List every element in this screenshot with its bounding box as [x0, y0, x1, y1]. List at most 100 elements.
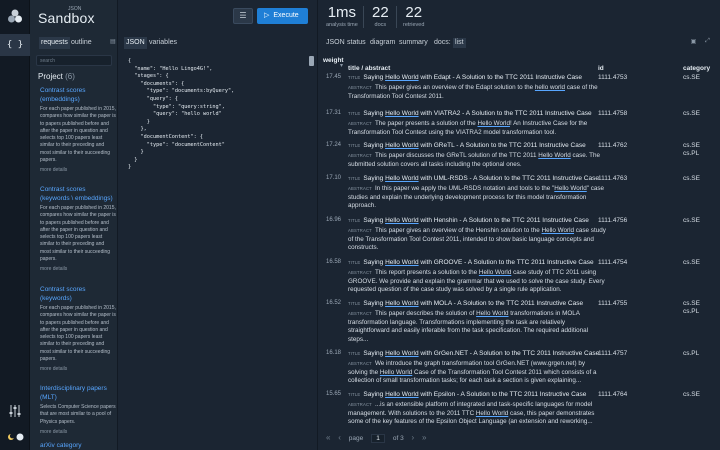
row-weight: 17.24 — [326, 142, 342, 148]
tab-result-json[interactable]: JSON — [326, 38, 345, 48]
row-title[interactable]: TITLE Saying Hello World with GrGen.NET -… — [348, 350, 599, 357]
project-card[interactable]: arXiv category suggestions — [40, 442, 116, 450]
row-abstract: ABSTRACT This paper describes the solutio… — [348, 310, 588, 343]
row-id[interactable]: 1111.4764 — [598, 391, 627, 398]
row-category: cs.SE — [683, 110, 700, 118]
stat-retrieved: 22 retrieved — [403, 4, 424, 29]
title-tag: TITLE — [348, 143, 361, 148]
project-card[interactable]: Contrast scores (embeddings) For each pa… — [40, 87, 116, 173]
col-id[interactable]: id — [598, 65, 604, 72]
sort-icon[interactable]: ▾ — [340, 62, 343, 69]
card-title[interactable]: Contrast scores (keywords \ embeddings) — [40, 186, 116, 203]
card-title[interactable]: arXiv category suggestions — [40, 442, 116, 450]
page-label: page — [348, 435, 364, 442]
category-label: cs.SE — [683, 175, 700, 182]
stat-analysis-time: 1ms analysis time — [326, 4, 358, 29]
row-id[interactable]: 1111.4757 — [598, 350, 627, 357]
title-tag: TITLE — [348, 260, 361, 265]
category-label: cs.PL — [683, 149, 700, 157]
row-id[interactable]: 1111.4755 — [598, 300, 627, 307]
brand-title: Sandbox — [38, 10, 95, 26]
editor-scrollbar[interactable] — [309, 56, 314, 66]
row-weight: 16.18 — [326, 350, 342, 356]
page-input[interactable]: 1 — [371, 434, 386, 443]
row-weight: 17.10 — [326, 175, 342, 181]
last-page-icon[interactable]: » — [422, 433, 426, 442]
tab-requests[interactable]: requests — [39, 37, 70, 49]
tab-variables[interactable]: variables — [147, 37, 179, 49]
row-id[interactable]: 1111.4763 — [598, 175, 627, 182]
row-category: cs.PL — [683, 350, 699, 358]
category-label: cs.SE — [683, 300, 700, 307]
sliders-icon[interactable] — [9, 404, 21, 418]
tab-diagram[interactable]: diagram — [370, 38, 395, 48]
execute-button[interactable]: ▷ Execute — [257, 8, 308, 24]
project-card[interactable]: Contrast scores (keywords \ embeddings) … — [40, 186, 116, 272]
project-card[interactable]: Interdisciplinary papers (MLT) Selects C… — [40, 385, 116, 435]
braces-icon[interactable]: { } — [0, 34, 30, 56]
panel-toggle-icon[interactable]: ▤ — [110, 38, 118, 47]
expand-icon[interactable]: ⤢ — [703, 38, 712, 47]
code-line: "name": "Hello Lingo4G!", — [128, 65, 213, 72]
project-card[interactable]: Contrast scores (keywords) For each pape… — [40, 286, 116, 372]
row-title[interactable]: TITLE Saying Hello World with GROOVE - A … — [348, 259, 594, 266]
tab-list[interactable]: list — [453, 38, 466, 48]
theme-toggle-icon[interactable] — [7, 432, 25, 442]
title-tag: TITLE — [348, 111, 361, 116]
more-details-link[interactable]: more details — [40, 429, 116, 435]
tab-summary[interactable]: summary — [399, 38, 428, 48]
tab-json[interactable]: JSON — [124, 37, 147, 49]
card-title[interactable]: Contrast scores (keywords) — [40, 286, 116, 303]
col-title[interactable]: title / abstract — [348, 65, 390, 72]
row-id[interactable]: 1111.4753 — [598, 74, 627, 81]
code-line: } — [128, 164, 132, 171]
row-id[interactable]: 1111.4756 — [598, 217, 627, 224]
card-description: For each paper published in 2015, compar… — [40, 106, 116, 164]
divider — [396, 6, 397, 28]
row-title[interactable]: TITLE Saying Hello World with VIATRA2 - A… — [348, 110, 592, 117]
match-highlight: Hello World — [538, 152, 571, 159]
row-abstract: ABSTRACT This paper gives an overview of … — [348, 84, 598, 100]
match-highlight: Hello World — [385, 110, 419, 117]
more-details-link[interactable]: more details — [40, 266, 116, 272]
title-tag: TITLE — [348, 218, 361, 223]
code-line: "query": "hello world" — [128, 111, 222, 118]
row-title[interactable]: TITLE Saying Hello World with Henshin - A… — [348, 217, 589, 224]
col-category[interactable]: category — [683, 65, 710, 72]
card-title[interactable]: Contrast scores (embeddings) — [40, 87, 116, 104]
stat-value: 1ms — [327, 4, 357, 21]
tab-outline[interactable]: outline — [69, 37, 94, 49]
row-abstract: ABSTRACT We introduce the graph transform… — [348, 360, 597, 385]
tab-docs[interactable]: docs: — [434, 38, 451, 48]
card-title[interactable]: Interdisciplinary papers (MLT) — [40, 385, 116, 402]
icon-rail: { } — [0, 0, 30, 450]
tab-status[interactable]: status — [347, 38, 366, 48]
divider — [363, 6, 364, 28]
row-title[interactable]: TITLE Saying Hello World with UML-RSDS - … — [348, 175, 599, 182]
row-category: cs.SE — [683, 175, 700, 183]
row-category: cs.SE cs.PL — [683, 300, 700, 315]
more-details-link[interactable]: more details — [40, 167, 116, 173]
row-title[interactable]: TITLE Saying Hello World with Edapt - A S… — [348, 74, 588, 81]
stat-label: docs — [374, 22, 387, 28]
code-line: "type": "documentContent" — [128, 141, 225, 148]
list-button[interactable]: ☰ — [233, 8, 253, 24]
row-title[interactable]: TITLE Saying Hello World with GReTL - A S… — [348, 142, 588, 149]
stat-value: 22 — [405, 4, 423, 21]
row-abstract: ABSTRACT In this paper we apply the UML-R… — [348, 185, 605, 210]
json-code[interactable]: { "name": "Hello Lingo4G!", "stages": { … — [128, 58, 310, 172]
next-page-icon[interactable]: › — [412, 433, 415, 442]
row-title[interactable]: TITLE Saying Hello World with MOLA - A So… — [348, 300, 588, 307]
row-title[interactable]: TITLE Saying Hello World with Epsilon - A… — [348, 391, 588, 398]
more-details-link[interactable]: more details — [40, 366, 116, 372]
search-input[interactable]: search — [36, 55, 112, 66]
first-page-icon[interactable]: « — [326, 433, 330, 442]
save-icon[interactable]: ▣ — [689, 38, 698, 47]
row-id[interactable]: 1111.4762 — [598, 142, 627, 149]
code-line: "stages": { — [128, 73, 169, 80]
row-id[interactable]: 1111.4754 — [598, 259, 627, 266]
row-id[interactable]: 1111.4758 — [598, 110, 627, 117]
prev-page-icon[interactable]: ‹ — [338, 433, 341, 442]
play-icon: ▷ — [264, 12, 270, 19]
stat-label: analysis time — [326, 22, 358, 28]
